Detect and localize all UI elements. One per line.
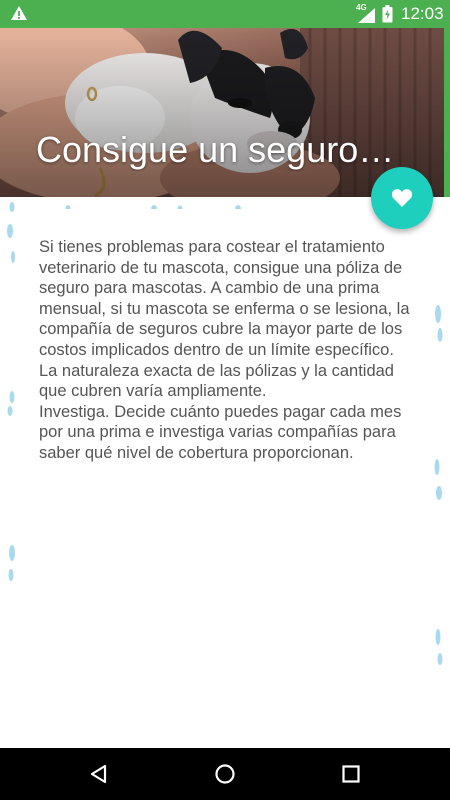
- article-paragraph: Investiga. Decide cuánto puedes pagar ca…: [39, 402, 402, 462]
- status-clock: 12:03: [401, 4, 444, 23]
- status-bar: 4G 12:03: [0, 0, 450, 28]
- back-icon[interactable]: [87, 762, 111, 786]
- article-paragraph: Si tienes problemas para costear el trat…: [39, 238, 410, 401]
- page-title: Consigue un seguro…: [36, 129, 395, 170]
- warning-icon: [11, 6, 27, 20]
- battery-charging-icon: [382, 5, 393, 23]
- favorite-button[interactable]: [371, 167, 433, 229]
- hero-accent-bar: [444, 28, 450, 197]
- puppy-photo: [0, 28, 450, 197]
- signal-icon: [358, 8, 375, 23]
- article-body: Si tienes problemas para costear el trat…: [39, 237, 411, 464]
- recents-icon[interactable]: [339, 762, 363, 786]
- navigation-bar: [0, 748, 450, 800]
- heart-icon: [391, 189, 413, 207]
- hero-image: Consigue un seguro…: [0, 28, 450, 197]
- home-icon[interactable]: [213, 762, 237, 786]
